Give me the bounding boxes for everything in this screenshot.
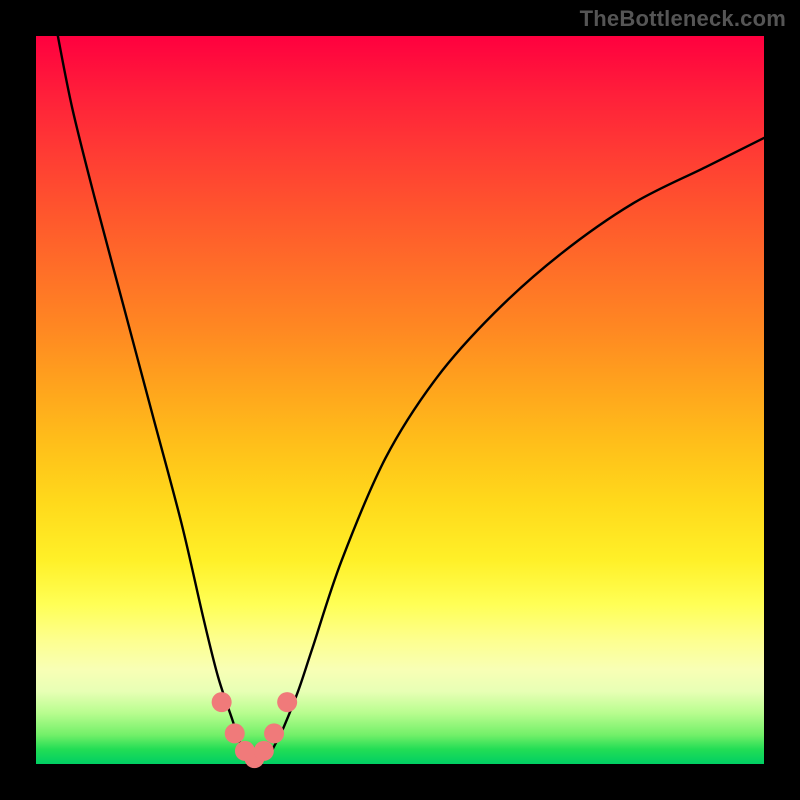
watermark-text: TheBottleneck.com [580, 6, 786, 32]
highlight-marker [277, 692, 297, 712]
highlight-marker [212, 692, 232, 712]
highlight-marker [254, 741, 274, 761]
outer-frame: TheBottleneck.com [0, 0, 800, 800]
highlight-marker [225, 723, 245, 743]
bottleneck-curve [58, 36, 764, 760]
chart-svg [36, 36, 764, 764]
highlight-markers [212, 692, 298, 768]
highlight-marker [264, 723, 284, 743]
plot-area [36, 36, 764, 764]
